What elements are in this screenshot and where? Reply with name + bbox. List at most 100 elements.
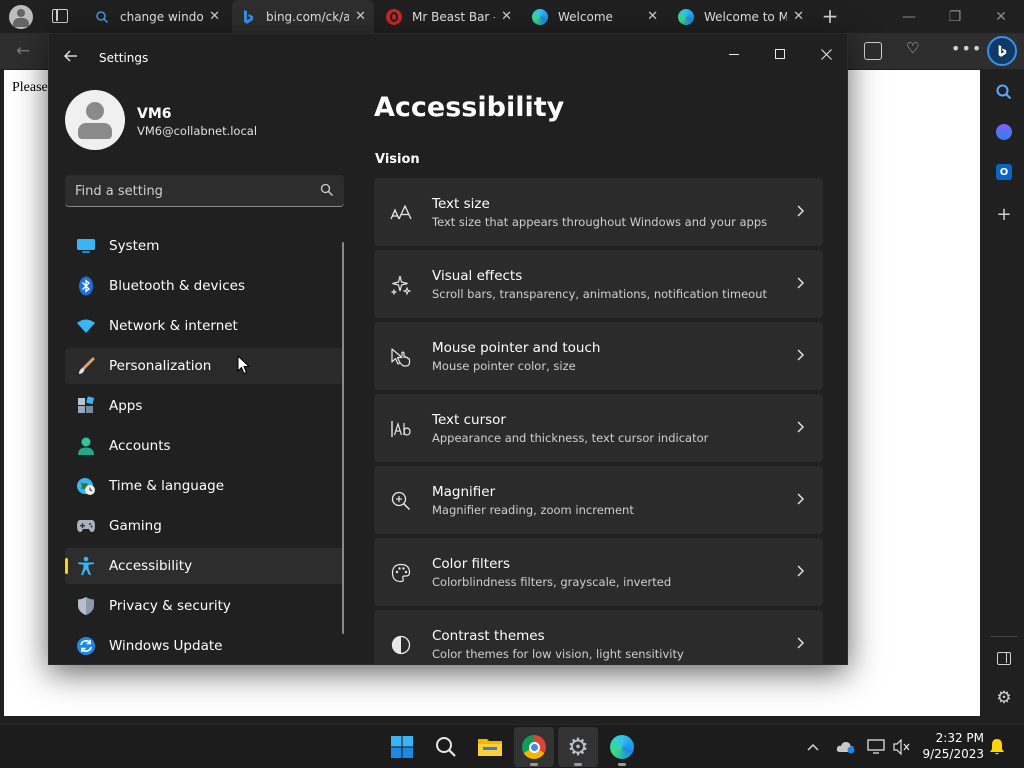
collections-icon[interactable] xyxy=(864,42,882,60)
tab-0[interactable]: change windo ✕ xyxy=(86,0,228,33)
nav-label: Network & internet xyxy=(109,318,238,334)
card-title: Text size xyxy=(432,196,490,212)
browser-minimize-button[interactable]: — xyxy=(886,0,932,33)
accessibility-icon xyxy=(76,556,96,576)
tab-3[interactable]: Welcome ✕ xyxy=(524,0,666,33)
nav-item-system[interactable]: System xyxy=(65,228,343,264)
bluetooth-icon xyxy=(76,276,96,296)
window-title: Settings xyxy=(99,51,149,65)
back-arrow-icon[interactable] xyxy=(63,48,83,68)
close-icon[interactable]: ✕ xyxy=(209,9,220,24)
chevron-up-icon[interactable] xyxy=(801,735,825,759)
opera-icon xyxy=(386,8,402,25)
taskbar-search-button[interactable] xyxy=(426,727,466,767)
card-description: Mouse pointer color, size xyxy=(432,359,576,373)
tab-4[interactable]: Welcome to M ✕ xyxy=(670,0,812,33)
back-arrow-icon[interactable]: ← xyxy=(16,41,30,61)
nav-list: System Bluetooth & devices Network & int… xyxy=(65,228,343,664)
close-icon[interactable]: ✕ xyxy=(355,9,366,24)
bing-icon xyxy=(240,9,256,25)
monitor-icon xyxy=(76,236,96,256)
update-icon xyxy=(76,636,96,656)
chevron-right-icon xyxy=(797,493,804,505)
tab-label: Welcome xyxy=(558,9,613,24)
browser-restore-button[interactable]: ❐ xyxy=(932,0,978,33)
outlook-icon[interactable]: O xyxy=(992,160,1016,184)
tab-2[interactable]: Mr Beast Bar - ✕ xyxy=(378,0,520,33)
card-title: Text cursor xyxy=(432,412,506,428)
settings-card-list: Text size Text size that appears through… xyxy=(374,178,823,664)
nav-label: Time & language xyxy=(109,478,225,494)
tab-label: change windo xyxy=(120,9,204,24)
nav-item-accessibility[interactable]: Accessibility xyxy=(65,548,343,584)
taskbar: ⚙ 2:32 PM 9/25/2023 xyxy=(0,724,1024,768)
chevron-right-icon xyxy=(797,637,804,649)
nav-label: Apps xyxy=(109,398,143,414)
card-text-size[interactable]: Text size Text size that appears through… xyxy=(374,178,823,246)
settings-app-icon[interactable]: ⚙ xyxy=(558,727,598,767)
card-color-filters[interactable]: Color filters Colorblindness filters, gr… xyxy=(374,538,823,606)
nav-item-gaming[interactable]: Gaming xyxy=(65,508,343,544)
mouse-cursor-icon xyxy=(237,355,251,375)
palette-icon xyxy=(390,562,412,584)
close-icon[interactable]: ✕ xyxy=(501,9,512,24)
text-cursor-icon xyxy=(390,418,412,440)
nav-item-privacy[interactable]: Privacy & security xyxy=(65,588,343,624)
nav-label: Accessibility xyxy=(109,558,193,574)
card-mouse-pointer[interactable]: Mouse pointer and touch Mouse pointer co… xyxy=(374,322,823,390)
file-explorer-icon[interactable] xyxy=(470,727,510,767)
bing-chat-icon[interactable] xyxy=(987,36,1017,66)
nav-scrollbar[interactable] xyxy=(342,242,344,634)
brush-icon xyxy=(76,356,96,376)
tab-1[interactable]: bing.com/ck/a ✕ xyxy=(232,0,374,33)
tab-actions-icon[interactable] xyxy=(52,9,68,23)
add-icon[interactable]: + xyxy=(992,202,1016,226)
new-tab-button[interactable]: + xyxy=(818,4,842,28)
nav-item-bluetooth[interactable]: Bluetooth & devices xyxy=(65,268,343,304)
card-description: Appearance and thickness, text cursor in… xyxy=(432,431,709,445)
edge-sidebar: O + ⚙ xyxy=(984,70,1024,724)
card-contrast-themes[interactable]: Contrast themes Color themes for low vis… xyxy=(374,610,823,664)
more-options-icon[interactable]: ••• xyxy=(951,39,982,58)
card-visual-effects[interactable]: Visual effects Scroll bars, transparency… xyxy=(374,250,823,318)
gamepad-icon xyxy=(76,516,96,536)
chevron-right-icon xyxy=(797,277,804,289)
search-icon[interactable] xyxy=(320,183,334,197)
start-button[interactable] xyxy=(382,727,422,767)
search-input[interactable] xyxy=(75,181,305,201)
card-text-cursor[interactable]: Text cursor Appearance and thickness, te… xyxy=(374,394,823,462)
nav-item-personalization[interactable]: Personalization xyxy=(65,348,343,384)
copilot-icon[interactable] xyxy=(992,120,1016,144)
maximize-button[interactable] xyxy=(757,40,803,68)
nav-item-time-language[interactable]: Time & language xyxy=(65,468,343,504)
search-box[interactable] xyxy=(65,175,344,207)
close-icon[interactable]: ✕ xyxy=(647,9,658,24)
tab-label: Welcome to M xyxy=(704,9,788,24)
nav-label: Privacy & security xyxy=(109,598,231,614)
nav-item-windows-update[interactable]: Windows Update xyxy=(65,628,343,664)
clock-time[interactable]: 2:32 PM xyxy=(934,731,984,745)
close-button[interactable] xyxy=(803,40,847,68)
nav-item-apps[interactable]: Apps xyxy=(65,388,343,424)
onedrive-icon[interactable] xyxy=(834,735,858,759)
close-icon[interactable]: ✕ xyxy=(793,9,804,24)
clock-date[interactable]: 9/25/2023 xyxy=(910,747,984,761)
profile-avatar-icon[interactable] xyxy=(9,5,33,29)
sidebar-toggle-icon[interactable] xyxy=(992,646,1016,670)
card-title: Color filters xyxy=(432,556,510,572)
search-icon[interactable] xyxy=(992,80,1016,104)
nav-item-accounts[interactable]: Accounts xyxy=(65,428,343,464)
card-description: Text size that appears throughout Window… xyxy=(432,215,768,229)
edge-app-icon[interactable] xyxy=(602,727,642,767)
nav-item-network[interactable]: Network & internet xyxy=(65,308,343,344)
nav-label: System xyxy=(109,238,160,254)
minimize-button[interactable] xyxy=(711,40,757,68)
card-magnifier[interactable]: Magnifier Magnifier reading, zoom increm… xyxy=(374,466,823,534)
notification-bell-icon[interactable] xyxy=(985,735,1009,759)
settings-gear-icon[interactable]: ⚙ xyxy=(992,686,1016,710)
browser-close-button[interactable]: ✕ xyxy=(978,0,1024,33)
avatar[interactable] xyxy=(65,90,125,150)
health-icon[interactable]: ♡ xyxy=(906,39,919,57)
display-icon[interactable] xyxy=(864,735,888,759)
chrome-icon[interactable] xyxy=(514,727,554,767)
